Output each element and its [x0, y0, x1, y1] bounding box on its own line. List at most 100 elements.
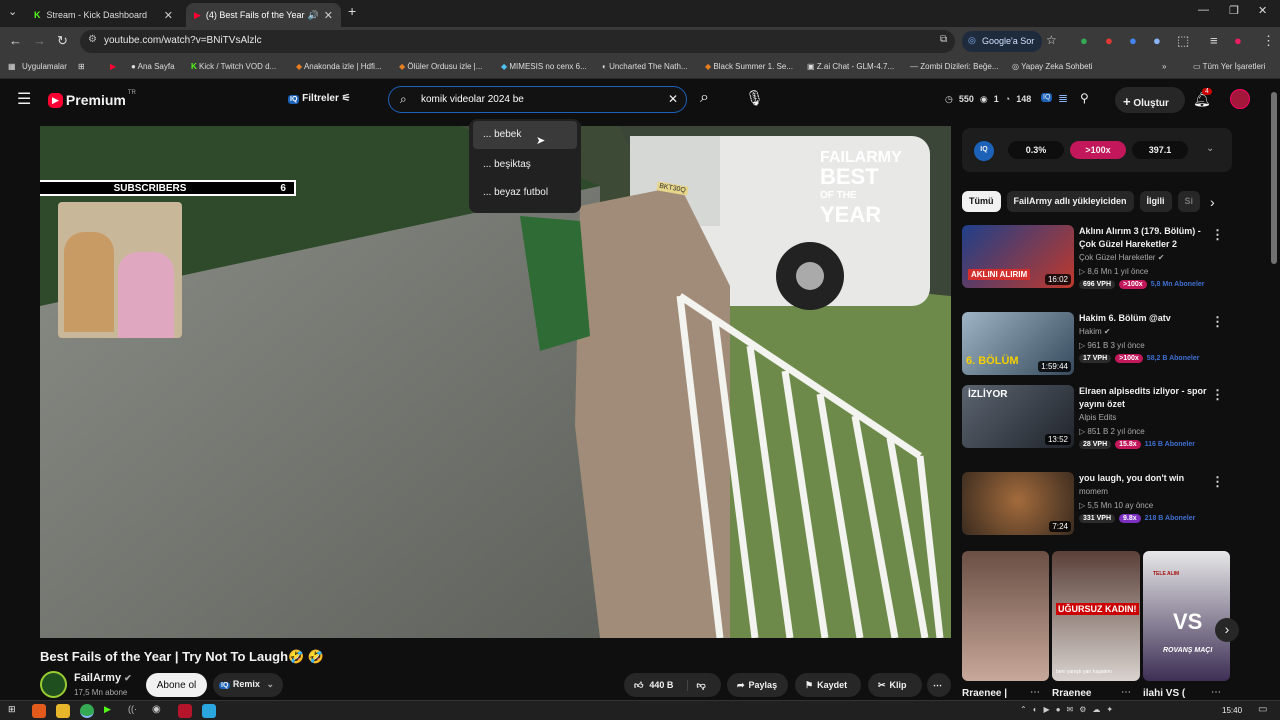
obs-icon[interactable]: ◉	[152, 704, 166, 718]
tab-youtube-video[interactable]: ▶ (4) Best Fails of the Year | Tr 🔊 ✕	[186, 3, 341, 27]
channel-name[interactable]: FailArmy ✔	[74, 672, 132, 684]
telegram-icon[interactable]	[202, 704, 216, 718]
bookmark-item[interactable]: ● Ana Sayfa	[131, 62, 175, 71]
video-title[interactable]: Aklını Alırım 3 (179. Bölüm) - Çok Güzel…	[1079, 225, 1209, 251]
bookmark-item[interactable]: ◆ Black Summer 1. Se...	[705, 62, 793, 71]
brave-icon[interactable]	[32, 704, 46, 718]
bookmark-item[interactable]: ◎ Yapay Zeka Sohbeti	[1012, 62, 1093, 71]
chip-partial[interactable]: Si	[1177, 191, 1201, 212]
chrome-icon[interactable]	[80, 704, 94, 718]
more-options-icon[interactable]: ⋯	[1121, 687, 1131, 698]
reload-icon[interactable]: ↻	[57, 33, 68, 49]
close-tab-icon[interactable]: ✕	[324, 9, 333, 22]
related-video-card[interactable]: 6. BÖLÜM 1:59:44 Hakim 6. Bölüm @atv Hak…	[962, 312, 1242, 380]
extension-icon[interactable]: ●	[1129, 33, 1137, 48]
chip-related[interactable]: İlgili	[1139, 191, 1172, 212]
new-tab-icon[interactable]: +	[348, 3, 356, 19]
youtube-bookmark-icon[interactable]: ▶	[110, 62, 116, 71]
search-box[interactable]: ⌕ komik videolar 2024 be ✕	[388, 86, 687, 113]
channel-name[interactable]: Hakim ✔	[1079, 327, 1111, 336]
more-options-icon[interactable]: ⋯	[1211, 687, 1221, 698]
broadcast-icon[interactable]: ⚲	[1080, 91, 1089, 105]
file-explorer-icon[interactable]	[56, 704, 70, 718]
shorts-next-icon[interactable]: ›	[1215, 618, 1239, 642]
video-thumbnail[interactable]: İZLİYOR 13:52	[962, 385, 1074, 448]
remix-button[interactable]: IQ Remix ⌄	[213, 673, 283, 697]
account-avatar[interactable]	[1230, 89, 1250, 109]
bookmarks-overflow-icon[interactable]: »	[1162, 62, 1166, 71]
dislike-icon[interactable]: 👎︎	[687, 679, 706, 691]
short-thumbnail[interactable]: TELE ALIM VS ROVANŞ MAÇI	[1143, 551, 1230, 681]
more-options-icon[interactable]: ⋮	[1211, 314, 1224, 330]
like-count[interactable]: 440 B	[649, 680, 673, 690]
all-bookmarks[interactable]: ▭ Tüm Yer İşaretleri	[1193, 62, 1265, 71]
chip-uploader[interactable]: FailArmy adlı yükleyiciden	[1006, 191, 1134, 212]
video-thumbnail[interactable]: 7:24	[962, 472, 1074, 535]
extension-icon[interactable]: ●	[1105, 33, 1113, 48]
filters-button[interactable]: IQ Filtreler ⚟	[280, 87, 359, 111]
close-window-icon[interactable]: ✕	[1258, 4, 1267, 17]
notification-center-icon[interactable]: ▭	[1258, 704, 1267, 715]
short-title[interactable]: ilahi VS (	[1143, 688, 1185, 699]
short-thumbnail[interactable]	[962, 551, 1049, 681]
bookmark-item[interactable]: K Kick / Twitch VOD d...	[191, 62, 276, 71]
suggestion-item[interactable]: ... bebek	[473, 121, 577, 149]
clock-time[interactable]: 15:40	[1222, 706, 1242, 715]
suggestion-item[interactable]: ... beyaz futbol	[469, 179, 581, 207]
more-actions-button[interactable]: ⋯	[927, 673, 951, 697]
bookmark-apps[interactable]: Uygulamalar	[22, 62, 67, 71]
like-icon[interactable]: 👍︎	[634, 680, 643, 691]
app-icon[interactable]	[178, 704, 192, 718]
profile-avatar-icon[interactable]: ●	[1234, 33, 1242, 48]
chips-next-icon[interactable]: ›	[1210, 194, 1215, 210]
create-button[interactable]: + Oluştur	[1115, 87, 1185, 113]
voice-search-icon[interactable]: 🎙︎	[745, 89, 764, 107]
chevron-down-icon[interactable]: ⌄	[1206, 143, 1214, 154]
grid-icon[interactable]: ⊞	[78, 62, 85, 71]
search-input[interactable]: komik videolar 2024 be	[421, 94, 524, 105]
app-icon[interactable]: ((·	[128, 704, 142, 718]
iq-extension-icon[interactable]: IQ	[1041, 93, 1053, 102]
start-menu-icon[interactable]: ⊞	[8, 704, 22, 718]
more-options-icon[interactable]: ⋮	[1211, 387, 1224, 403]
google-ask-button[interactable]: ◎ Google'a Sor	[962, 31, 1043, 52]
forward-icon[interactable]: →	[33, 33, 46, 48]
minimize-icon[interactable]: —	[1198, 4, 1209, 16]
related-video-card[interactable]: İZLİYOR 13:52 Elraen alpisedits izliyor …	[962, 385, 1242, 453]
more-options-icon[interactable]: ⋯	[1030, 687, 1040, 698]
search-button[interactable]: ⌕	[688, 86, 728, 113]
clear-search-icon[interactable]: ✕	[668, 92, 678, 106]
subscribe-button[interactable]: Abone ol	[146, 673, 207, 697]
page-scrollbar[interactable]	[1271, 92, 1277, 264]
close-tab-icon[interactable]: ✕	[164, 9, 173, 22]
audio-playing-icon[interactable]: 🔊	[308, 10, 319, 21]
bookmark-item[interactable]: — Zombi Dizileri: Beğe...	[910, 62, 998, 71]
cast-icon[interactable]: ⧉	[940, 34, 947, 45]
extension-icon[interactable]: ●	[1080, 33, 1088, 48]
system-tray-icons[interactable]: ⌃◐▶●✉⚙☁✦	[1020, 705, 1119, 714]
site-info-icon[interactable]: ⚙	[88, 34, 97, 45]
chip-all[interactable]: Tümü	[962, 191, 1001, 212]
media-player-icon[interactable]: ▶	[104, 704, 118, 718]
extensions-puzzle-icon[interactable]: ⬚	[1177, 33, 1189, 49]
save-button[interactable]: ⚑ Kaydet	[795, 673, 861, 697]
reading-list-icon[interactable]: ≡	[1210, 33, 1218, 48]
share-button[interactable]: ➦ Paylaş	[727, 673, 788, 697]
youtube-premium-logo[interactable]: ▶ Premium TR	[48, 90, 136, 108]
video-title[interactable]: Hakim 6. Bölüm @atv	[1079, 312, 1209, 325]
more-options-icon[interactable]: ⋮	[1211, 474, 1224, 490]
url-field[interactable]: ⚙ youtube.com/watch?v=BNiTVsAlzlc ⧉	[80, 30, 955, 53]
related-video-card[interactable]: AKLINI ALIRIM 16:02 Aklını Alırım 3 (179…	[962, 225, 1242, 293]
video-thumbnail[interactable]: AKLINI ALIRIM 16:02	[962, 225, 1074, 288]
short-title[interactable]: Rraenee	[1052, 688, 1091, 699]
browser-menu-icon[interactable]: ⋮	[1262, 33, 1275, 49]
more-options-icon[interactable]: ⋮	[1211, 227, 1224, 243]
short-thumbnail[interactable]: UĞURSUZ KADIN! beni yanıştı yarı haşatım…	[1052, 551, 1140, 681]
tab-kick-dashboard[interactable]: K Stream - Kick Dashboard ✕	[26, 3, 181, 27]
bookmark-item[interactable]: ◐ Uncharted The Nath...	[602, 62, 688, 71]
bookmark-item[interactable]: ◆ Ölüler Ordusu izle |...	[399, 62, 482, 71]
extension-icon[interactable]: ●	[1153, 33, 1161, 48]
video-title[interactable]: you laugh, you don't win	[1079, 472, 1209, 485]
bookmark-item[interactable]: ◆ MIMESIS no cenx 6...	[501, 62, 587, 71]
video-title[interactable]: Elraen alpisedits izliyor - spor yayını …	[1079, 385, 1209, 411]
